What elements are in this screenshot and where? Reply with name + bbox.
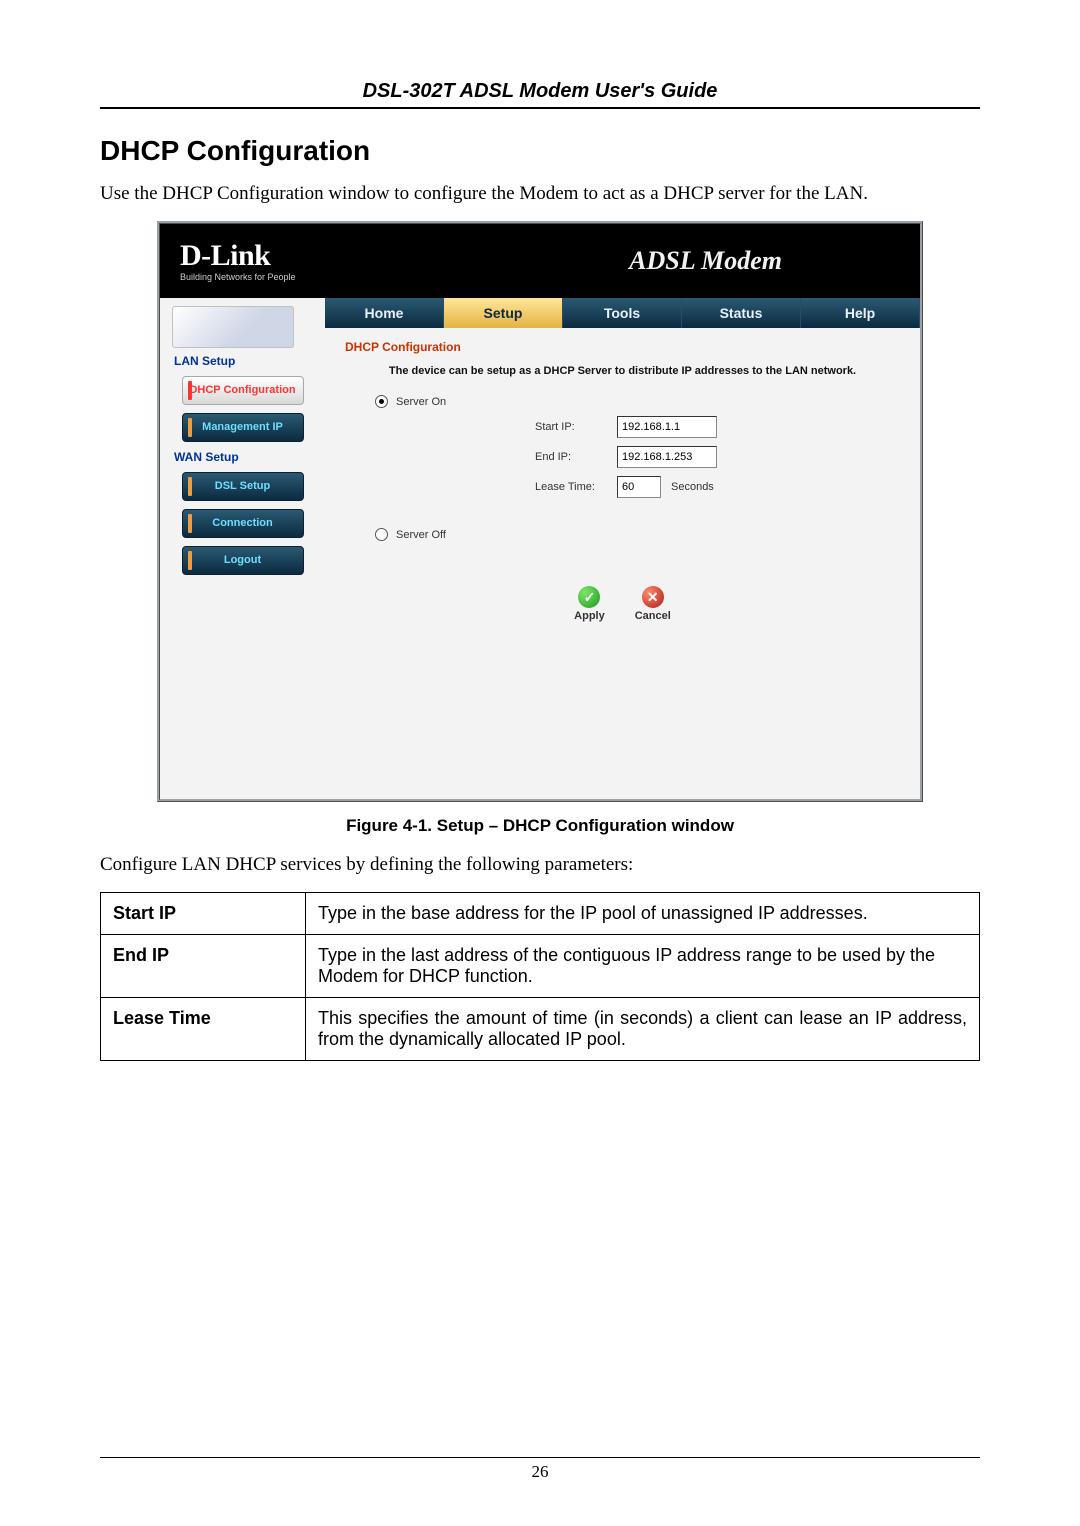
param-desc: This specifies the amount of time (in se…: [306, 998, 980, 1061]
main-panel: Home Setup Tools Status Help DHCP Config…: [325, 298, 920, 799]
sidebar: LAN Setup DHCP Configuration Management …: [160, 298, 325, 799]
param-desc: Type in the base address for the IP pool…: [306, 893, 980, 935]
start-ip-input[interactable]: [617, 416, 717, 438]
sidebar-item-dsl-setup[interactable]: DSL Setup: [182, 472, 304, 501]
screenshot-dhcp-configuration: D-Link Building Networks for People ADSL…: [157, 221, 923, 802]
param-desc: Type in the last address of the contiguo…: [306, 935, 980, 998]
figure-caption: Figure 4-1. Setup – DHCP Configuration w…: [100, 816, 980, 836]
label-lease-time: Lease Time:: [535, 481, 607, 493]
sidebar-cat-wan: WAN Setup: [174, 450, 325, 464]
tab-bar: Home Setup Tools Status Help: [325, 298, 920, 328]
cancel-label: Cancel: [635, 610, 671, 622]
tab-status[interactable]: Status: [682, 298, 801, 328]
label-end-ip: End IP:: [535, 451, 607, 463]
page-number: 26: [100, 1462, 980, 1482]
intro-text: Use the DHCP Configuration window to con…: [100, 183, 980, 205]
panel-description: The device can be setup as a DHCP Server…: [345, 364, 900, 379]
radio-label: Server On: [396, 396, 446, 408]
close-icon: ✕: [642, 586, 664, 608]
apply-label: Apply: [574, 610, 605, 622]
tab-help[interactable]: Help: [801, 298, 920, 328]
param-name: Start IP: [101, 893, 306, 935]
sidebar-item-management-ip[interactable]: Management IP: [182, 413, 304, 442]
radio-server-on[interactable]: Server On: [375, 395, 900, 408]
header-rule: [100, 107, 980, 109]
tab-tools[interactable]: Tools: [563, 298, 682, 328]
app-titlebar: D-Link Building Networks for People ADSL…: [160, 224, 920, 298]
radio-label: Server Off: [396, 529, 446, 541]
table-row: Start IP Type in the base address for th…: [101, 893, 980, 935]
panel-title: DHCP Configuration: [345, 340, 900, 354]
tab-setup[interactable]: Setup: [444, 298, 563, 328]
sidebar-item-dhcp-configuration[interactable]: DHCP Configuration: [182, 376, 304, 405]
cancel-button[interactable]: ✕ Cancel: [635, 586, 671, 622]
product-title: ADSL Modem: [629, 246, 892, 276]
device-icon: [172, 306, 294, 348]
apply-button[interactable]: ✓ Apply: [574, 586, 605, 622]
check-icon: ✓: [578, 586, 600, 608]
tab-home[interactable]: Home: [325, 298, 444, 328]
configure-line: Configure LAN DHCP services by defining …: [100, 854, 980, 876]
footer-rule: [100, 1457, 980, 1458]
brand-name: D-Link: [180, 241, 296, 271]
section-title: DHCP Configuration: [100, 135, 980, 167]
brand-logo: D-Link Building Networks for People: [180, 241, 296, 282]
sidebar-cat-lan: LAN Setup: [174, 354, 325, 368]
lease-time-input[interactable]: [617, 476, 661, 498]
doc-header: DSL-302T ADSL Modem User's Guide: [100, 80, 980, 107]
radio-icon: [375, 395, 388, 408]
label-start-ip: Start IP:: [535, 421, 607, 433]
parameter-table: Start IP Type in the base address for th…: [100, 892, 980, 1061]
sidebar-item-logout[interactable]: Logout: [182, 546, 304, 575]
param-name: Lease Time: [101, 998, 306, 1061]
end-ip-input[interactable]: [617, 446, 717, 468]
sidebar-item-connection[interactable]: Connection: [182, 509, 304, 538]
brand-tagline: Building Networks for People: [180, 273, 296, 282]
lease-unit: Seconds: [671, 481, 714, 493]
radio-icon: [375, 528, 388, 541]
table-row: End IP Type in the last address of the c…: [101, 935, 980, 998]
radio-server-off[interactable]: Server Off: [375, 528, 900, 541]
table-row: Lease Time This specifies the amount of …: [101, 998, 980, 1061]
param-name: End IP: [101, 935, 306, 998]
